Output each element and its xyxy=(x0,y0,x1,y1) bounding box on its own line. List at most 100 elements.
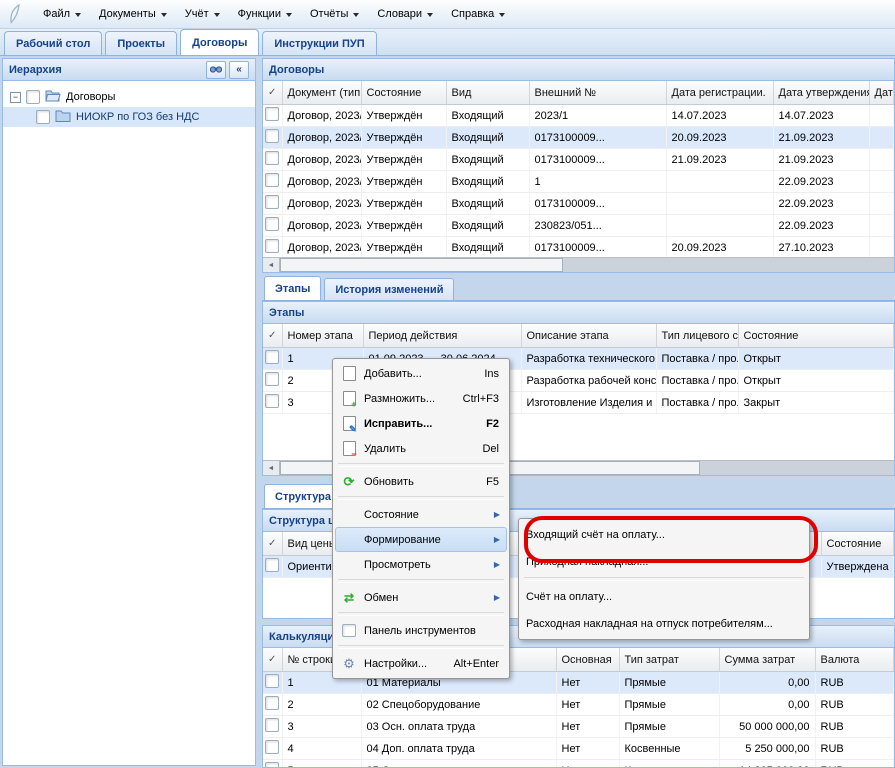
check-all-header[interactable]: ✓ xyxy=(263,532,282,556)
node-checkbox[interactable] xyxy=(26,90,40,104)
row-checkbox[interactable] xyxy=(265,762,279,768)
collapse-panel-button[interactable]: « xyxy=(229,61,249,79)
table-row[interactable]: 3 03 Осн. оплата труда Нет Прямые 50 000… xyxy=(263,716,894,738)
col-cost-type[interactable]: Тип затрат xyxy=(619,648,719,672)
row-checkbox[interactable] xyxy=(265,151,279,165)
menu-item-settings[interactable]: ⚙ Настройки... Alt+Enter xyxy=(335,651,507,676)
row-checkbox[interactable] xyxy=(265,674,279,688)
collapse-toggle-icon[interactable]: − xyxy=(10,92,21,103)
tab-structure[interactable]: Структура xyxy=(264,484,342,508)
col-doc[interactable]: Документ (тип, № xyxy=(282,81,361,105)
col-kind[interactable]: Вид xyxy=(446,81,529,105)
table-row[interactable]: Договор, 2023/... Утверждён Входящий 1 2… xyxy=(263,171,894,193)
check-all-header[interactable]: ✓ xyxy=(263,324,282,348)
col-date3[interactable]: Дата xyxy=(869,81,894,105)
row-checkbox[interactable] xyxy=(265,195,279,209)
table-row[interactable]: Договор, 2023/... Утверждён Входящий 017… xyxy=(263,127,894,149)
col-state[interactable]: Состояние xyxy=(738,324,894,348)
cell-amount: 5 250 000,00 xyxy=(719,738,815,760)
scroll-thumb[interactable] xyxy=(280,258,563,272)
table-row[interactable]: Договор, 2023/... Утверждён Входящий 017… xyxy=(263,237,894,259)
row-checkbox[interactable] xyxy=(265,129,279,143)
menubar-item[interactable]: Функции xyxy=(229,4,301,24)
col-currency[interactable]: Валюта xyxy=(815,648,894,672)
row-checkbox[interactable] xyxy=(265,239,279,253)
tree-node-child[interactable]: НИОКР по ГОЗ без НДС xyxy=(3,107,255,127)
menubar-item[interactable]: Учёт xyxy=(176,4,229,24)
row-checkbox[interactable] xyxy=(265,740,279,754)
table-row[interactable]: Договор, 2023/... Утверждён Входящий 017… xyxy=(263,193,894,215)
table-row[interactable]: Договор, 2023/... Утверждён Входящий 202… xyxy=(263,105,894,127)
menu-item-add[interactable]: Добавить... Ins xyxy=(335,361,507,386)
cell-line-num: 3 xyxy=(282,716,361,738)
table-row[interactable]: Договор, 2023/... Утверждён Входящий 017… xyxy=(263,149,894,171)
col-reg-date[interactable]: Дата регистрации. xyxy=(666,81,773,105)
col-stage-num[interactable]: Номер этапа xyxy=(282,324,363,348)
menu-item-edit[interactable]: ✎ Исправить... F2 xyxy=(335,411,507,436)
cell-cost-type: Прямые xyxy=(619,672,719,694)
menubar-item[interactable]: Документы xyxy=(90,4,176,24)
col-desc[interactable]: Описание этапа xyxy=(521,324,656,348)
menubar-item[interactable]: Справка xyxy=(442,4,514,24)
menu-item-clone[interactable]: + Размножить... Ctrl+F3 xyxy=(335,386,507,411)
cell-state: Утверждена xyxy=(821,556,894,578)
menubar-item-label: Справка xyxy=(451,8,494,20)
row-checkbox[interactable] xyxy=(265,718,279,732)
col-ext[interactable]: Внешний № xyxy=(529,81,666,105)
menu-item-exchange[interactable]: ⇄ Обмен ▶ xyxy=(335,585,507,610)
calc-title: Калькуляция xyxy=(269,631,341,643)
menu-item-state[interactable]: Состояние ▶ xyxy=(335,502,507,527)
cell-cost-type: Прямые xyxy=(619,694,719,716)
node-checkbox[interactable] xyxy=(36,110,50,124)
col-state[interactable]: Состояние xyxy=(821,532,894,556)
table-row[interactable]: 2 02 Спецоборудование Нет Прямые 0,00 RU… xyxy=(263,694,894,716)
row-checkbox[interactable] xyxy=(265,217,279,231)
row-checkbox[interactable] xyxy=(265,558,279,572)
main-tabstrip: Рабочий стол ✕ Проекты ✕ Договоры ✕ xyxy=(0,29,895,56)
col-state[interactable]: Состояние xyxy=(361,81,446,105)
contracts-hscrollbar[interactable]: ◄ xyxy=(263,257,894,272)
submenu-item-expense-note[interactable]: Расходная накладная на отпуск потребител… xyxy=(521,610,807,637)
scroll-left-icon[interactable]: ◄ xyxy=(263,258,280,272)
scroll-left-icon[interactable]: ◄ xyxy=(263,461,280,475)
tab[interactable]: Инструкции ПУП ✕ xyxy=(262,31,376,55)
row-checkbox[interactable] xyxy=(265,696,279,710)
menu-separator xyxy=(524,577,804,581)
check-all-header[interactable]: ✓ xyxy=(263,81,282,105)
menu-item-generate[interactable]: Формирование ▶ xyxy=(335,527,507,552)
menubar-item[interactable]: Отчёты xyxy=(301,4,368,24)
menu-item-refresh[interactable]: ⟳ Обновить F5 xyxy=(335,469,507,494)
menubar-item[interactable]: Файл xyxy=(34,4,90,24)
row-checkbox[interactable] xyxy=(265,372,279,386)
menu-item-toolbar[interactable]: Панель инструментов xyxy=(335,618,507,643)
menu-item-view[interactable]: Просмотреть ▶ xyxy=(335,552,507,577)
row-checkbox[interactable] xyxy=(265,173,279,187)
search-button[interactable] xyxy=(206,61,226,79)
table-row[interactable]: Договор, 2023/... Утверждён Входящий 230… xyxy=(263,215,894,237)
cell-account-type: Поставка / про... xyxy=(656,348,738,370)
row-checkbox[interactable] xyxy=(265,350,279,364)
tab-stages[interactable]: Этапы xyxy=(264,276,321,300)
menu-item-delete[interactable]: − Удалить Del xyxy=(335,436,507,461)
tab[interactable]: Проекты ✕ xyxy=(105,31,177,55)
submenu-item-invoice[interactable]: Счёт на оплату... xyxy=(521,583,807,610)
cell-kind: Входящий xyxy=(446,237,529,259)
tab[interactable]: Рабочий стол ✕ xyxy=(4,31,102,55)
col-approve-date[interactable]: Дата утверждения xyxy=(773,81,869,105)
table-row[interactable]: 5 05 Соц. отчисления Нет Косвенные 14 36… xyxy=(263,760,894,768)
row-checkbox[interactable] xyxy=(265,107,279,121)
caret-down-icon xyxy=(75,13,81,17)
cell-date3 xyxy=(869,171,894,193)
row-checkbox[interactable] xyxy=(265,394,279,408)
tab[interactable]: Договоры ✕ xyxy=(180,29,259,55)
col-amount[interactable]: Сумма затрат xyxy=(719,648,815,672)
col-main[interactable]: Основная xyxy=(556,648,619,672)
table-row[interactable]: 4 04 Доп. оплата труда Нет Косвенные 5 2… xyxy=(263,738,894,760)
menubar-item[interactable]: Словари xyxy=(368,4,442,24)
tab-history[interactable]: История изменений xyxy=(324,278,454,300)
tree-node-root[interactable]: − Договоры xyxy=(3,87,255,107)
check-all-header[interactable]: ✓ xyxy=(263,648,282,672)
col-account-type[interactable]: Тип лицевого счёт xyxy=(656,324,738,348)
col-period[interactable]: Период действия xyxy=(363,324,521,348)
cell-main: Нет xyxy=(556,716,619,738)
